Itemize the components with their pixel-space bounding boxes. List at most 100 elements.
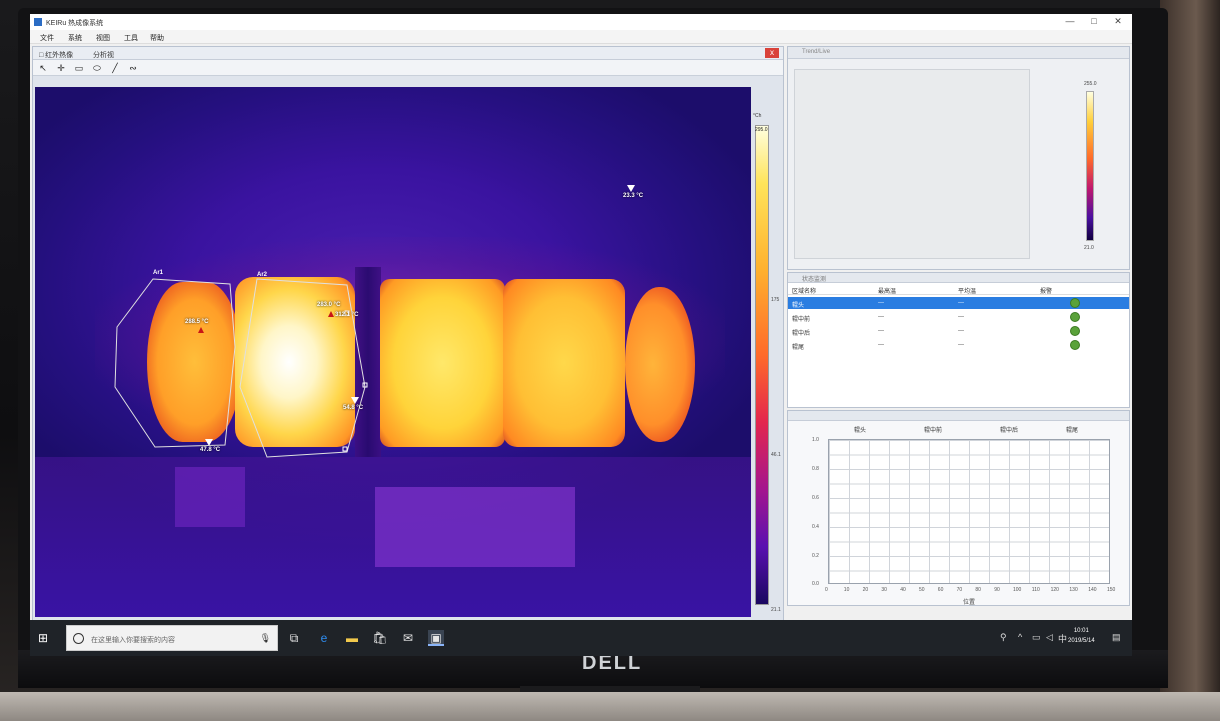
preview-scale-max: 255.0 xyxy=(1084,81,1097,87)
clock-time: 10:01 xyxy=(1073,628,1089,634)
row-avg: --- xyxy=(958,314,964,320)
scale-max-value[interactable]: 295.0 xyxy=(755,127,768,133)
maximize-button[interactable]: □ xyxy=(1084,16,1104,26)
x-tick: 40 xyxy=(900,587,906,593)
row-region: 辊中后 xyxy=(792,331,811,337)
spot-temp-background: 23.3 °C xyxy=(623,193,644,199)
row-region: 辊中前 xyxy=(792,317,811,323)
x-tick: 140 xyxy=(1088,587,1097,593)
minimize-button[interactable]: — xyxy=(1060,16,1080,26)
line-icon[interactable]: ╱ xyxy=(109,62,121,74)
system-clock[interactable]: 10:01 2019/5/14 xyxy=(1068,626,1095,646)
x-tick: 60 xyxy=(937,587,944,593)
menu-file[interactable]: 文件 xyxy=(40,33,54,43)
menu-help[interactable]: 帮助 xyxy=(150,33,164,43)
preview-color-scale xyxy=(1086,91,1094,241)
status-table-pane: 状态监测 区域名称 最高温 平均温 报警 辊头 --- --- 辊中前 --- … xyxy=(787,272,1130,408)
x-tick: 90 xyxy=(994,587,1000,593)
status-table-header: 状态监测 xyxy=(788,273,1129,283)
row-max: --- xyxy=(878,300,884,306)
y-tick: 0.8 xyxy=(812,466,819,472)
alarm-status-icon xyxy=(1070,298,1080,308)
temperature-chart-pane: 辊头 辊中前 辊中后 辊尾 1.0 0.8 0.6 0.4 0.2 0.0 0 1… xyxy=(787,410,1130,606)
x-tick: 30 xyxy=(881,587,887,593)
roi-ar1[interactable] xyxy=(114,278,236,448)
table-row[interactable]: 辊头 --- --- xyxy=(788,297,1129,309)
preview-pane-header: Trend/Live xyxy=(788,47,1129,59)
spot-temp-ar2-max: 283.0 °C xyxy=(317,302,341,308)
window-titlebar: KEIRu 热成像系统 — □ ✕ xyxy=(30,14,1132,30)
volume-icon[interactable]: ◁ xyxy=(1046,632,1053,643)
scale-unit-label: °Ch xyxy=(753,113,762,119)
table-row[interactable]: 辊中后 --- --- xyxy=(788,325,1129,337)
close-button[interactable]: ✕ xyxy=(1108,16,1128,27)
tab-analysis-view[interactable]: 分析视 xyxy=(93,50,114,60)
chart-col-head: 辊头 xyxy=(854,428,867,434)
x-tick: 120 xyxy=(1050,587,1059,593)
scale-min-value[interactable]: 21.1 xyxy=(771,607,781,613)
spot-marker-icon xyxy=(205,439,213,446)
x-tick: 110 xyxy=(1031,587,1040,593)
tray-expand-icon[interactable]: ^ xyxy=(1018,632,1022,642)
preview-pane: Trend/Live 255.0 21.0 xyxy=(787,46,1130,270)
notification-icon[interactable]: ▤ xyxy=(1112,632,1121,643)
rectangle-icon[interactable]: ▭ xyxy=(73,62,85,74)
hotspot-marker-icon xyxy=(198,327,204,333)
col-header-max: 最高温 xyxy=(878,289,897,295)
crosshair-icon[interactable]: ✛ xyxy=(55,62,67,74)
chart-col-tail: 辊尾 xyxy=(1066,428,1079,434)
tab-thermal-image[interactable]: □ 红外热像 xyxy=(39,50,73,60)
pointer-icon[interactable]: ↖ xyxy=(37,62,49,74)
mail-icon[interactable]: ✉ xyxy=(400,630,416,646)
y-tick: 0.4 xyxy=(812,524,819,530)
spot-temp-ar2-point: 312.1 °C xyxy=(335,312,359,318)
thermal-app-taskbar-icon[interactable]: ▣ xyxy=(428,630,444,646)
x-tick: 50 xyxy=(919,587,925,593)
col-header-avg: 平均温 xyxy=(958,289,977,295)
menu-view[interactable]: 视图 xyxy=(96,33,110,43)
network-icon[interactable]: ▭ xyxy=(1032,632,1041,643)
alarm-status-icon xyxy=(1070,326,1080,336)
task-view-icon[interactable]: ⧉ xyxy=(286,630,302,646)
x-axis-title: 位置 xyxy=(963,600,976,606)
color-scale-bar[interactable] xyxy=(755,125,769,605)
ellipse-icon[interactable]: ⬭ xyxy=(91,62,103,74)
roi-ar2[interactable] xyxy=(239,278,366,458)
menu-system[interactable]: 系统 xyxy=(68,33,82,43)
input-method-icon[interactable]: 中 xyxy=(1058,632,1067,645)
edge-browser-icon[interactable]: e xyxy=(316,630,332,646)
microphone-icon[interactable]: 🎙 xyxy=(260,633,271,644)
drawing-toolbar: ↖ ✛ ▭ ⬭ ╱ ∾ xyxy=(33,60,783,76)
row-max: --- xyxy=(878,342,884,348)
menu-tools[interactable]: 工具 xyxy=(124,33,138,43)
x-tick: 0 xyxy=(825,587,828,593)
spot-marker-icon xyxy=(627,185,635,192)
background-wall xyxy=(1160,0,1220,700)
chart-col-mid-rear: 辊中后 xyxy=(1000,428,1019,434)
table-header-row: 区域名称 最高温 平均温 报警 xyxy=(788,283,1129,295)
taskbar-search-box[interactable]: 在这里输入你要搜索的内容 🎙 xyxy=(66,625,278,651)
row-region: 辊头 xyxy=(792,303,805,309)
chart-grid[interactable] xyxy=(828,439,1110,584)
roi-ar1-label: Ar1 xyxy=(153,270,164,276)
x-tick: 130 xyxy=(1069,587,1078,593)
table-row[interactable]: 辊中前 --- --- xyxy=(788,311,1129,323)
spot-marker-icon xyxy=(351,397,359,404)
row-avg: --- xyxy=(958,328,964,334)
windows-start-icon[interactable]: ⊞ xyxy=(38,631,52,645)
cortana-icon[interactable] xyxy=(73,633,84,644)
thermal-image[interactable]: Ar1 Ar2 23.3 °C 47.8 °C 288.5 °C 283.0 °… xyxy=(35,87,751,617)
store-icon[interactable]: 🛍 xyxy=(372,630,388,646)
row-max: --- xyxy=(878,328,884,334)
desk-surface xyxy=(0,692,1220,721)
roi-handle[interactable] xyxy=(342,446,348,452)
y-tick: 0.0 xyxy=(812,581,819,587)
roi-overlay[interactable] xyxy=(35,87,751,617)
file-explorer-icon[interactable]: ▬ xyxy=(344,630,360,646)
people-icon[interactable]: ⚲ xyxy=(1000,632,1007,643)
chart-pane-header xyxy=(788,411,1129,421)
pane-close-button[interactable]: x xyxy=(765,48,779,58)
table-row[interactable]: 辊尾 --- --- xyxy=(788,339,1129,351)
alarm-status-icon xyxy=(1070,340,1080,350)
polyline-icon[interactable]: ∾ xyxy=(127,62,139,74)
